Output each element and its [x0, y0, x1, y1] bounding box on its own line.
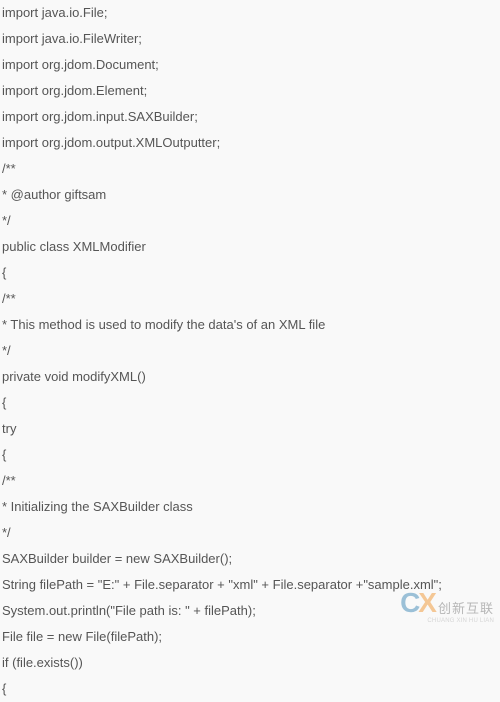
watermark-brand-cn: 创新互联 [438, 602, 494, 615]
code-line: */ [2, 520, 498, 546]
code-line: import org.jdom.output.XMLOutputter; [2, 130, 498, 156]
code-line: File file = new File(filePath); [2, 624, 498, 650]
watermark-logo: C X 创新互联 CHUANG XIN HU LIAN [400, 589, 494, 624]
code-line: { [2, 260, 498, 286]
code-line: if (file.exists()) [2, 650, 498, 676]
code-line: * Initializing the SAXBuilder class [2, 494, 498, 520]
code-line: */ [2, 208, 498, 234]
code-line: import java.io.FileWriter; [2, 26, 498, 52]
code-line: /** [2, 468, 498, 494]
code-line: { [2, 442, 498, 468]
code-line: /** [2, 286, 498, 312]
code-line: { [2, 390, 498, 416]
watermark-letter-c: C [400, 589, 418, 617]
code-line: /** [2, 156, 498, 182]
code-line: SAXBuilder builder = new SAXBuilder(); [2, 546, 498, 572]
code-line: import java.io.File; [2, 0, 498, 26]
code-line: public class XMLModifier [2, 234, 498, 260]
code-line: */ [2, 338, 498, 364]
watermark-letter-x: X [418, 589, 435, 617]
code-line: import org.jdom.Element; [2, 78, 498, 104]
watermark-brand-pinyin: CHUANG XIN HU LIAN [400, 618, 494, 624]
code-line: * @author giftsam [2, 182, 498, 208]
code-line: private void modifyXML() [2, 364, 498, 390]
code-line: import org.jdom.input.SAXBuilder; [2, 104, 498, 130]
code-line: { [2, 676, 498, 702]
code-line: import org.jdom.Document; [2, 52, 498, 78]
code-line: try [2, 416, 498, 442]
code-line: * This method is used to modify the data… [2, 312, 498, 338]
